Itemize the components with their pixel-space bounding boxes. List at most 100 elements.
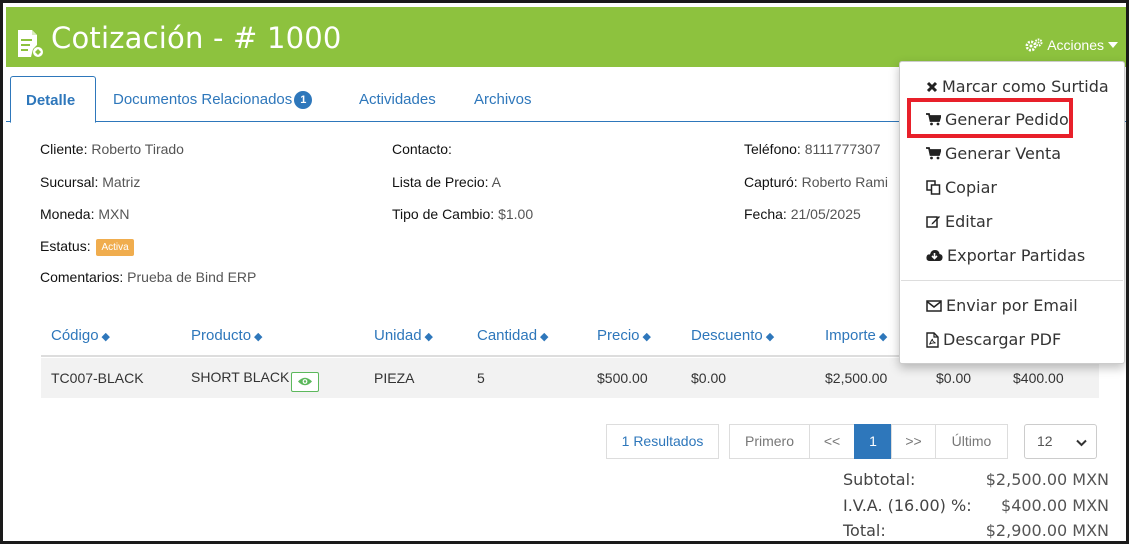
actions-dropdown-toggle[interactable]: Acciones xyxy=(1025,37,1118,53)
status-badge: Activa xyxy=(96,239,134,256)
tab-actividades[interactable]: Actividades xyxy=(359,76,436,123)
tab-documentos-relacionados[interactable]: Documentos Relacionados 1 xyxy=(113,76,313,123)
subtotal-value: $2,500.00 MXN xyxy=(985,470,1109,489)
column-header-cantidad[interactable]: Cantidad ◆ xyxy=(477,327,549,344)
field-label: Tipo de Cambio: xyxy=(392,206,495,222)
menu-item-descargar-pdf[interactable]: Descargar PDF xyxy=(926,330,1061,349)
sucursal-field: Sucursal: Matriz xyxy=(40,174,140,190)
menu-item-marcar-surtida[interactable]: Marcar como Surtida xyxy=(926,77,1109,96)
field-label: Contacto: xyxy=(392,141,452,157)
column-header-descuento[interactable]: Descuento ◆ xyxy=(691,327,774,344)
cell-importe: $2,500.00 xyxy=(825,370,888,386)
chevron-down-icon xyxy=(1076,439,1087,447)
menu-item-label: Descargar PDF xyxy=(943,330,1062,349)
page-header: Cotización - # 1000 Acciones xyxy=(6,7,1126,67)
tipo-cambio-field: Tipo de Cambio: $1.00 xyxy=(392,206,533,222)
edit-icon xyxy=(926,216,940,228)
menu-item-label: Generar Venta xyxy=(945,144,1062,163)
page-title: Cotización - # 1000 xyxy=(51,21,342,55)
cell-extra-1: $0.00 xyxy=(936,370,972,386)
tab-detalle[interactable]: Detalle xyxy=(10,76,96,123)
field-label: Teléfono: xyxy=(744,141,801,157)
envelope-icon xyxy=(926,299,942,312)
telefono-field: Teléfono: 8111777307 xyxy=(744,141,881,157)
copy-icon xyxy=(926,180,941,195)
pagination-page-1[interactable]: 1 xyxy=(854,424,892,459)
menu-item-label: Editar xyxy=(945,212,993,231)
tab-label: Documentos Relacionados xyxy=(113,91,293,108)
lista-precio-field: Lista de Precio: A xyxy=(392,174,501,190)
contacto-field: Contacto: xyxy=(392,141,452,157)
iva-value: $400.00 MXN xyxy=(1001,496,1109,515)
pagination-last[interactable]: Último xyxy=(935,424,1008,459)
column-header-precio[interactable]: Precio ◆ xyxy=(597,327,651,344)
highlight-box xyxy=(907,98,1073,138)
cell-cantidad: 5 xyxy=(477,370,485,386)
total-value: $2,900.00 MXN xyxy=(985,521,1109,540)
field-value: Roberto Tirado xyxy=(91,141,184,157)
product-name: SHORT BLACK xyxy=(191,369,290,385)
cell-producto: SHORT BLACK xyxy=(191,369,320,392)
menu-item-label: Marcar como Surtida xyxy=(942,77,1109,96)
document-edit-icon xyxy=(18,30,43,57)
sort-icon: ◆ xyxy=(254,331,263,343)
view-product-button[interactable] xyxy=(291,372,320,392)
page-size-value: 12 xyxy=(1037,433,1053,449)
cloud-download-icon xyxy=(926,250,943,261)
column-label: Unidad xyxy=(374,327,422,344)
page-size-select[interactable]: 12 xyxy=(1024,424,1097,459)
pagination-first[interactable]: Primero xyxy=(729,424,810,459)
column-label: Precio xyxy=(597,327,640,344)
field-label: Lista de Precio: xyxy=(392,174,489,190)
menu-divider xyxy=(901,280,1123,281)
field-value: $1.00 xyxy=(498,206,534,222)
fecha-field: Fecha: 21/05/2025 xyxy=(744,206,861,222)
cell-descuento: $0.00 xyxy=(691,370,727,386)
column-label: Descuento xyxy=(691,327,763,344)
field-value: MXN xyxy=(98,206,130,222)
column-header-codigo[interactable]: Código ◆ xyxy=(51,327,110,344)
menu-item-label: Copiar xyxy=(945,178,997,197)
field-label: Sucursal: xyxy=(40,174,99,190)
menu-item-enviar-email[interactable]: Enviar por Email xyxy=(926,296,1078,315)
cell-precio: $500.00 xyxy=(597,370,648,386)
menu-item-copiar[interactable]: Copiar xyxy=(926,178,997,197)
sort-icon: ◆ xyxy=(101,331,111,343)
cell-extra-2: $400.00 xyxy=(1013,370,1064,386)
menu-item-editar[interactable]: Editar xyxy=(926,212,992,231)
sort-icon: ◆ xyxy=(642,331,651,343)
sort-icon: ◆ xyxy=(540,331,549,343)
pagination-next[interactable]: >> xyxy=(891,424,936,459)
column-label: Producto xyxy=(191,327,252,344)
sort-icon: ◆ xyxy=(765,331,775,343)
menu-item-label: Exportar Partidas xyxy=(947,246,1086,265)
column-label: Código xyxy=(51,327,99,344)
field-label: Fecha: xyxy=(744,206,787,222)
field-value: 8111777307 xyxy=(804,141,881,157)
field-label: Estatus: xyxy=(40,238,91,254)
field-value: A xyxy=(491,174,501,190)
results-count: 1 Resultados xyxy=(606,424,719,459)
column-header-producto[interactable]: Producto ◆ xyxy=(191,327,263,344)
field-label: Moneda: xyxy=(40,206,95,222)
pagination-prev[interactable]: << xyxy=(809,424,855,459)
tab-archivos[interactable]: Archivos xyxy=(474,76,532,123)
x-icon xyxy=(926,81,938,92)
menu-item-exportar-partidas[interactable]: Exportar Partidas xyxy=(926,246,1085,265)
gears-icon xyxy=(1025,38,1043,52)
cell-unidad: PIEZA xyxy=(374,370,415,386)
cliente-field: Cliente: Roberto Tirado xyxy=(40,141,184,157)
field-label: Capturó: xyxy=(744,174,798,190)
moneda-field: Moneda: MXN xyxy=(40,206,130,222)
comentarios-field: Comentarios: Prueba de Bind ERP xyxy=(40,269,256,285)
menu-item-generar-venta[interactable]: Generar Venta xyxy=(926,144,1061,163)
field-label: Cliente: xyxy=(40,141,88,157)
app-frame: Cotización - # 1000 Acciones Detalle Doc… xyxy=(0,0,1129,544)
capturo-field: Capturó: Roberto Rami xyxy=(744,174,888,190)
column-label: Importe xyxy=(825,327,876,344)
sort-icon: ◆ xyxy=(878,331,888,343)
caret-down-icon xyxy=(1108,42,1118,48)
field-value: Roberto Rami xyxy=(801,174,888,190)
column-header-importe[interactable]: Importe ◆ xyxy=(825,327,887,344)
column-header-unidad[interactable]: Unidad ◆ xyxy=(374,327,433,344)
